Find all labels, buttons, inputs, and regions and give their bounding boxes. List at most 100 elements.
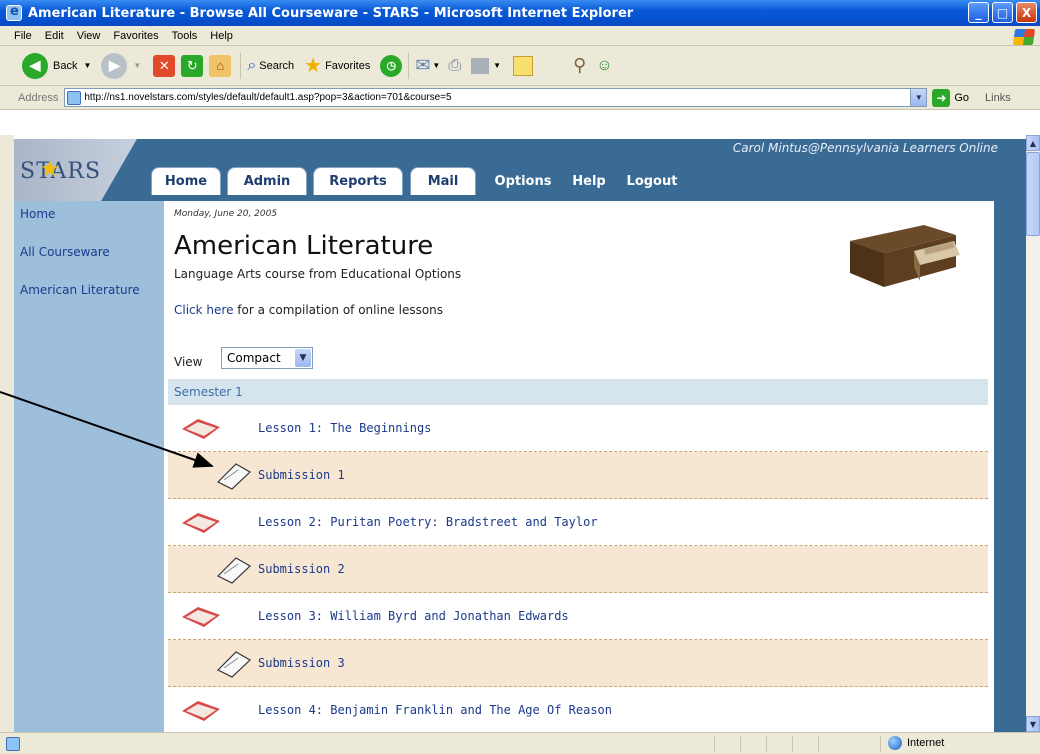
close-button[interactable]: X [1016,2,1037,23]
submission-row[interactable]: Submission 3 [168,640,988,687]
tab-home[interactable]: Home [151,167,221,195]
toolbar: ◀ Back ▼ ▶ ▼ ✕ ↻ ⌂ ⌕ Search ★ Favorites … [0,46,1040,86]
toolbar-separator [240,52,242,79]
research-icon[interactable]: ⚲ [573,55,586,76]
lesson-row[interactable]: Lesson 3: William Byrd and Jonathan Edwa… [168,593,988,640]
maximize-button[interactable]: □ [992,2,1013,23]
history-icon[interactable]: ◷ [380,54,403,77]
go-label[interactable]: Go [954,92,969,104]
chevron-down-icon[interactable]: ▼ [295,349,311,367]
forward-dropdown-icon[interactable]: ▼ [133,61,141,70]
scroll-up-icon[interactable]: ▲ [1026,135,1040,151]
user-account: Carol Mintus@Pennsylvania Learners Onlin… [732,141,998,155]
nav-link-american-literature[interactable]: American Literature [20,283,140,297]
tab-help[interactable]: Help [564,167,614,195]
address-bar: Address http://ns1.novelstars.com/styles… [0,86,1040,110]
lesson-row[interactable]: Lesson 2: Puritan Poetry: Bradstreet and… [168,499,988,546]
scroll-thumb[interactable] [1026,152,1040,236]
main-content: Monday, June 20, 2005 American Literatur… [164,201,994,732]
click-here-link[interactable]: Click here [174,303,233,317]
links-label[interactable]: Links [985,92,1011,104]
tab-logout[interactable]: Logout [618,167,686,195]
submission-link[interactable]: Submission 2 [258,562,345,576]
back-button-label[interactable]: Back [53,60,77,72]
address-input[interactable]: http://ns1.novelstars.com/styles/default… [64,88,928,107]
favorites-star-icon[interactable]: ★ [304,53,322,78]
tab-options[interactable]: Options [484,167,562,195]
print-icon[interactable]: ⎙ [448,57,461,75]
view-mode-select[interactable]: Compact ▼ [221,347,313,369]
favorites-button-label[interactable]: Favorites [325,60,370,72]
vertical-scrollbar[interactable]: ▲ ▼ [1026,135,1040,732]
menu-help[interactable]: Help [210,30,233,42]
lesson-book-icon [182,607,220,627]
lesson-link[interactable]: Lesson 1: The Beginnings [258,421,431,435]
page-status-icon [6,736,20,751]
window-title: American Literature - Browse All Coursew… [28,5,634,21]
status-divider [714,736,715,752]
page-title: American Literature [174,231,434,261]
go-arrow-icon[interactable]: ➜ [932,88,951,107]
search-icon[interactable]: ⌕ [247,57,256,75]
stop-icon[interactable]: ✕ [153,54,176,77]
card-catalog-drawer-image [850,225,960,287]
address-dropdown-icon[interactable]: ▼ [910,89,927,106]
lesson-row[interactable]: Lesson 4: Benjamin Franklin and The Age … [168,687,988,732]
status-bar: Internet [0,732,1040,754]
menu-edit[interactable]: Edit [45,30,64,42]
lesson-link[interactable]: Lesson 3: William Byrd and Jonathan Edwa… [258,609,569,623]
left-nav: Home All Courseware American Literature [14,201,164,732]
stars-logo[interactable]: STARS ★ [14,139,139,201]
menu-file[interactable]: File [14,30,32,42]
menu-favorites[interactable]: Favorites [113,30,158,42]
minimize-button[interactable]: _ [968,2,989,23]
title-bar: American Literature - Browse All Coursew… [0,0,1040,26]
ie-logo-icon [6,4,22,21]
back-arrow-icon[interactable]: ◀ [22,52,48,79]
current-date: Monday, June 20, 2005 [174,209,278,219]
logo-text: STARS [20,159,102,184]
home-icon[interactable]: ⌂ [209,54,232,77]
submission-row[interactable]: Submission 1 [168,452,988,499]
menu-tools[interactable]: Tools [172,30,198,42]
go-button[interactable]: ➜ Go [932,88,969,107]
lesson-link[interactable]: Lesson 2: Puritan Poetry: Bradstreet and… [258,515,598,529]
nav-link-all-courseware[interactable]: All Courseware [20,245,110,259]
nav-link-home[interactable]: Home [20,207,55,221]
view-mode-value: Compact [227,351,281,365]
security-zone: Internet [888,736,944,750]
lesson-book-icon [182,701,220,721]
menu-bar: File Edit View Favorites Tools Help [0,26,1040,46]
tab-reports[interactable]: Reports [313,167,403,195]
browser-window: American Literature - Browse All Coursew… [0,0,1040,754]
search-button-label[interactable]: Search [259,60,294,72]
submission-clipboard-icon [216,463,252,490]
forward-arrow-icon[interactable]: ▶ [101,52,128,79]
tab-admin[interactable]: Admin [227,167,307,195]
back-dropdown-icon[interactable]: ▼ [83,61,91,70]
mail-dropdown-icon[interactable]: ▼ [432,61,440,70]
mail-icon[interactable]: ✉ [415,55,430,76]
submission-row[interactable]: Submission 2 [168,546,988,593]
lesson-link[interactable]: Lesson 4: Benjamin Franklin and The Age … [258,703,612,717]
menu-view[interactable]: View [77,30,101,42]
address-label: Address [18,91,59,104]
compilation-line: Click here for a compilation of online l… [174,303,443,317]
page-viewport: STARS ★ Carol Mintus@Pennsylvania Learne… [14,135,1026,732]
status-divider [792,736,793,752]
zone-label: Internet [907,737,945,749]
submission-link[interactable]: Submission 1 [258,468,345,482]
refresh-icon[interactable]: ↻ [181,54,204,77]
page-icon [67,90,82,105]
semester-header: Semester 1 [168,379,988,405]
address-url[interactable]: http://ns1.novelstars.com/styles/default… [84,92,451,103]
discuss-icon[interactable] [513,55,534,76]
submission-link[interactable]: Submission 3 [258,656,345,670]
messenger-icon[interactable]: ☺ [596,57,612,75]
scroll-down-icon[interactable]: ▼ [1026,716,1040,732]
edit-icon[interactable] [471,57,490,74]
edit-dropdown-icon[interactable]: ▼ [493,61,501,70]
tab-mail[interactable]: Mail [410,167,476,195]
lesson-row[interactable]: Lesson 1: The Beginnings [168,405,988,452]
windows-flag-icon [1012,29,1036,45]
